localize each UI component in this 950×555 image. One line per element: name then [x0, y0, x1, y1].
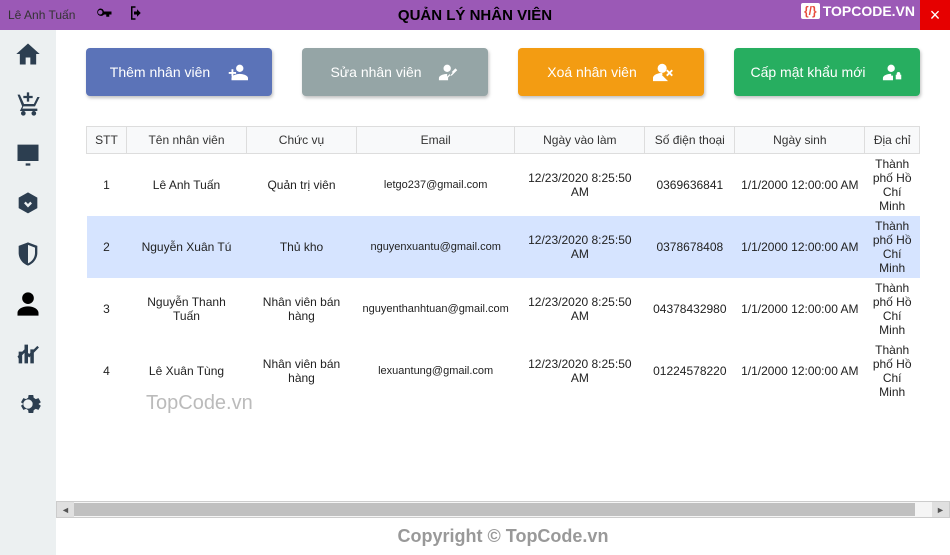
cell-role[interactable]: Quản trị viên — [247, 154, 357, 217]
cell-role[interactable]: Thủ kho — [247, 216, 357, 278]
page-title: QUẢN LÝ NHÂN VIÊN — [398, 7, 552, 24]
cell-address[interactable]: Thành phố Hồ Chí Minh — [865, 216, 920, 278]
cell-join_date[interactable]: 12/23/2020 8:25:50 AM — [515, 216, 645, 278]
shield-icon[interactable] — [14, 240, 42, 268]
titlebar-actions — [95, 4, 146, 27]
table-row[interactable]: 2Nguyễn Xuân TúThủ khonguyenxuantu@gmail… — [87, 216, 920, 278]
action-bar: Thêm nhân viên Sửa nhân viên Xoá nhân vi… — [86, 48, 920, 96]
copyright-text: Copyright © TopCode.vn — [56, 518, 950, 555]
main-content: Thêm nhân viên Sửa nhân viên Xoá nhân vi… — [56, 30, 950, 555]
cell-name[interactable]: Lê Anh Tuấn — [127, 154, 247, 217]
stats-icon[interactable] — [14, 340, 42, 368]
cell-role[interactable]: Nhân viên bán hàng — [247, 278, 357, 340]
cart-add-icon[interactable] — [14, 90, 42, 118]
cell-birth_date[interactable]: 1/1/2000 12:00:00 AM — [735, 340, 865, 402]
cell-join_date[interactable]: 12/23/2020 8:25:50 AM — [515, 278, 645, 340]
col-stt[interactable]: STT — [87, 127, 127, 154]
button-label: Xoá nhân viên — [547, 64, 637, 80]
col-email[interactable]: Email — [357, 127, 515, 154]
cell-join_date[interactable]: 12/23/2020 8:25:50 AM — [515, 154, 645, 217]
download-hex-icon[interactable] — [14, 190, 42, 218]
col-birth[interactable]: Ngày sinh — [735, 127, 865, 154]
cell-email[interactable]: nguyenxuantu@gmail.com — [357, 216, 515, 278]
table-row[interactable]: 4Lê Xuân TùngNhân viên bán hànglexuantun… — [87, 340, 920, 402]
cell-phone[interactable]: 0378678408 — [645, 216, 735, 278]
cell-birth_date[interactable]: 1/1/2000 12:00:00 AM — [735, 154, 865, 217]
home-icon[interactable] — [14, 40, 42, 68]
cell-stt[interactable]: 4 — [87, 340, 127, 402]
footer: ◄ ► Copyright © TopCode.vn — [56, 501, 950, 555]
cell-stt[interactable]: 1 — [87, 154, 127, 217]
cell-name[interactable]: Lê Xuân Tùng — [127, 340, 247, 402]
logout-icon[interactable] — [128, 4, 146, 27]
cell-address[interactable]: Thành phố Hồ Chí Minh — [865, 278, 920, 340]
cell-email[interactable]: nguyenthanhtuan@gmail.com — [357, 278, 515, 340]
col-phone[interactable]: Số điện thoại — [645, 127, 735, 154]
logo-text: TOPCODE.VN — [823, 3, 915, 19]
cell-phone[interactable]: 0369636841 — [645, 154, 735, 217]
scroll-left-arrow[interactable]: ◄ — [57, 502, 74, 517]
cell-role[interactable]: Nhân viên bán hàng — [247, 340, 357, 402]
scroll-thumb[interactable] — [74, 503, 915, 516]
cell-birth_date[interactable]: 1/1/2000 12:00:00 AM — [735, 216, 865, 278]
logo-bracket-icon: {/} — [801, 3, 820, 19]
add-employee-button[interactable]: Thêm nhân viên — [86, 48, 272, 96]
button-label: Cấp mật khẩu mới — [750, 64, 865, 80]
sidebar — [0, 30, 56, 555]
edit-employee-button[interactable]: Sửa nhân viên — [302, 48, 488, 96]
scroll-track[interactable] — [74, 502, 932, 517]
employee-table[interactable]: STT Tên nhân viên Chức vụ Email Ngày vào… — [86, 126, 920, 402]
cell-stt[interactable]: 2 — [87, 216, 127, 278]
person-icon[interactable] — [14, 290, 42, 318]
cell-birth_date[interactable]: 1/1/2000 12:00:00 AM — [735, 278, 865, 340]
person-lock-icon — [882, 61, 904, 83]
table-header-row: STT Tên nhân viên Chức vụ Email Ngày vào… — [87, 127, 920, 154]
table-row[interactable]: 1Lê Anh TuấnQuản trị viênletgo237@gmail.… — [87, 154, 920, 217]
cell-phone[interactable]: 04378432980 — [645, 278, 735, 340]
person-delete-icon — [653, 61, 675, 83]
gear-icon[interactable] — [14, 390, 42, 418]
col-address[interactable]: Địa chỉ — [865, 127, 920, 154]
person-add-icon — [226, 61, 248, 83]
button-label: Thêm nhân viên — [110, 64, 210, 80]
cell-address[interactable]: Thành phố Hồ Chí Minh — [865, 340, 920, 402]
monitor-icon[interactable] — [14, 140, 42, 168]
cell-name[interactable]: Nguyễn Thanh Tuấn — [127, 278, 247, 340]
cell-stt[interactable]: 3 — [87, 278, 127, 340]
close-button[interactable]: × — [920, 0, 950, 30]
button-label: Sửa nhân viên — [330, 64, 421, 80]
table-row[interactable]: 3Nguyễn Thanh TuấnNhân viên bán hàngnguy… — [87, 278, 920, 340]
cell-email[interactable]: lexuantung@gmail.com — [357, 340, 515, 402]
brand-logo: {/} TOPCODE.VN — [801, 3, 915, 19]
scroll-right-arrow[interactable]: ► — [932, 502, 949, 517]
cell-name[interactable]: Nguyễn Xuân Tú — [127, 216, 247, 278]
cell-address[interactable]: Thành phố Hồ Chí Minh — [865, 154, 920, 217]
username-label: Lê Anh Tuấn — [8, 8, 75, 22]
reset-password-button[interactable]: Cấp mật khẩu mới — [734, 48, 920, 96]
delete-employee-button[interactable]: Xoá nhân viên — [518, 48, 704, 96]
cell-phone[interactable]: 01224578220 — [645, 340, 735, 402]
employee-table-area: STT Tên nhân viên Chức vụ Email Ngày vào… — [86, 126, 920, 545]
col-role[interactable]: Chức vụ — [247, 127, 357, 154]
horizontal-scrollbar[interactable]: ◄ ► — [56, 501, 950, 518]
col-join[interactable]: Ngày vào làm — [515, 127, 645, 154]
person-edit-icon — [438, 61, 460, 83]
cell-email[interactable]: letgo237@gmail.com — [357, 154, 515, 217]
col-name[interactable]: Tên nhân viên — [127, 127, 247, 154]
key-icon[interactable] — [95, 4, 113, 27]
titlebar: Lê Anh Tuấn QUẢN LÝ NHÂN VIÊN {/} TOPCOD… — [0, 0, 950, 30]
cell-join_date[interactable]: 12/23/2020 8:25:50 AM — [515, 340, 645, 402]
